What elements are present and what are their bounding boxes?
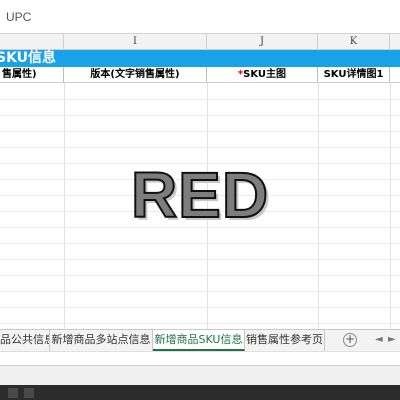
field-cell-version[interactable]: 版本(文字销售属性)	[64, 67, 207, 82]
grid-row-line	[0, 259, 400, 260]
sku-info-banner: SKU信息	[0, 50, 400, 67]
grid-row-line	[0, 243, 400, 244]
banner-title: SKU信息	[0, 50, 57, 66]
column-header-h[interactable]	[0, 34, 64, 49]
field-cell-sales-attribute[interactable]: 售属性)	[0, 67, 64, 82]
grid-row-line	[0, 131, 400, 132]
tab-multi-site-info[interactable]: 新增商品多站点信息	[50, 330, 153, 351]
grid-row-line	[0, 147, 400, 148]
field-cell-sku-main-image[interactable]: *SKU主图	[207, 67, 318, 82]
status-bar	[0, 365, 400, 385]
column-header-k[interactable]: K	[318, 34, 390, 49]
tab-sku-info[interactable]: 新增商品SKU信息	[153, 330, 245, 351]
overlay-text: RED	[130, 158, 270, 232]
formula-bar[interactable]: UPC	[0, 0, 400, 34]
grid-row-line	[0, 307, 400, 308]
field-header-row: 售属性) 版本(文字销售属性) *SKU主图 SKU详情图1	[0, 67, 400, 83]
tab-public-info[interactable]: 品公共信息	[0, 330, 50, 351]
add-sheet-button[interactable]: +	[343, 333, 357, 347]
column-header-i[interactable]: I	[64, 34, 207, 49]
field-cell-sku-detail-image[interactable]: SKU详情图1	[318, 67, 390, 82]
grid-row-line	[0, 115, 400, 116]
taskbar-app-icon[interactable]	[24, 388, 34, 398]
tab-sales-attribute-reference[interactable]: 销售属性参考页	[245, 330, 325, 351]
taskbar-app-icon[interactable]	[8, 388, 18, 398]
grid-row-line	[0, 275, 400, 276]
formula-bar-text: UPC	[6, 10, 32, 24]
grid-row-line	[0, 291, 400, 292]
column-header-row: I J K	[0, 34, 400, 50]
horizontal-scrollbar[interactable]	[0, 351, 400, 365]
taskbar	[0, 385, 400, 400]
sheet-prev-icon[interactable]: ◄	[375, 334, 383, 345]
sku-main-image-label: SKU主图	[243, 69, 287, 80]
sheet-tab-bar: 品公共信息 新增商品多站点信息 新增商品SKU信息 销售属性参考页 + ◄ ►	[0, 329, 400, 351]
column-header-j[interactable]: J	[207, 34, 318, 49]
grid-row-line	[0, 323, 400, 324]
sheet-next-icon[interactable]: ►	[388, 334, 396, 345]
grid-row-line	[0, 99, 400, 100]
